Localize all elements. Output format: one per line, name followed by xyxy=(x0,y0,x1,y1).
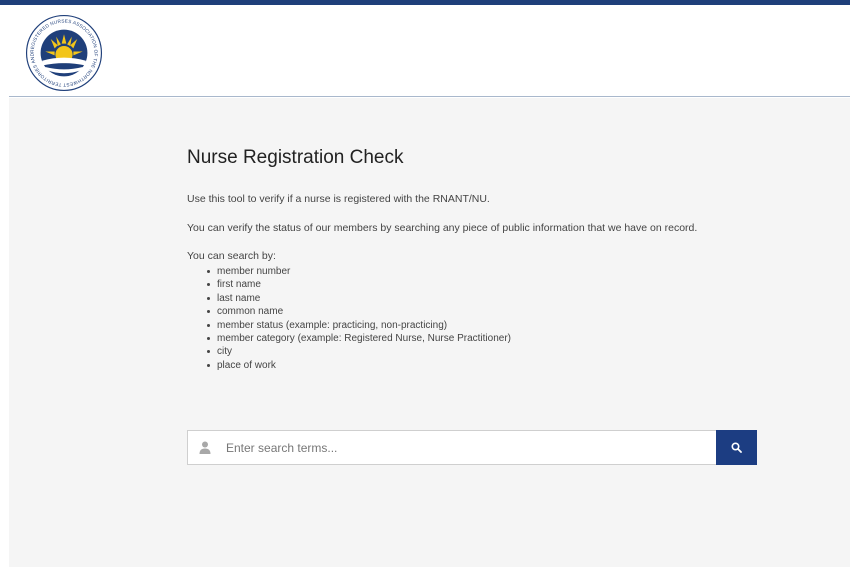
search-criteria-list: member number first name last name commo… xyxy=(187,265,787,372)
description-text: You can verify the status of our members… xyxy=(187,222,698,234)
site-header: REGISTERED NURSES ASSOCIATION OF THE NOR… xyxy=(9,5,850,97)
search-icon xyxy=(731,442,742,453)
main-content: Nurse Registration Check Use this tool t… xyxy=(187,146,787,372)
list-item: first name xyxy=(187,278,787,291)
search-button[interactable] xyxy=(716,430,757,465)
search-by-label: You can search by: xyxy=(187,250,276,262)
list-item: member number xyxy=(187,265,787,278)
list-item: place of work xyxy=(187,359,787,372)
list-item: common name xyxy=(187,305,787,318)
search-box xyxy=(187,430,757,465)
intro-text: Use this tool to verify if a nurse is re… xyxy=(187,193,490,205)
list-item: member status (example: practicing, non-… xyxy=(187,319,787,332)
user-icon xyxy=(199,441,211,454)
list-item: member category (example: Registered Nur… xyxy=(187,332,787,345)
page-title: Nurse Registration Check xyxy=(187,147,404,168)
rnant-nu-seal-icon[interactable]: REGISTERED NURSES ASSOCIATION OF THE NOR… xyxy=(25,14,103,92)
list-item: city xyxy=(187,345,787,358)
search-input[interactable] xyxy=(226,431,706,464)
list-item: last name xyxy=(187,292,787,305)
